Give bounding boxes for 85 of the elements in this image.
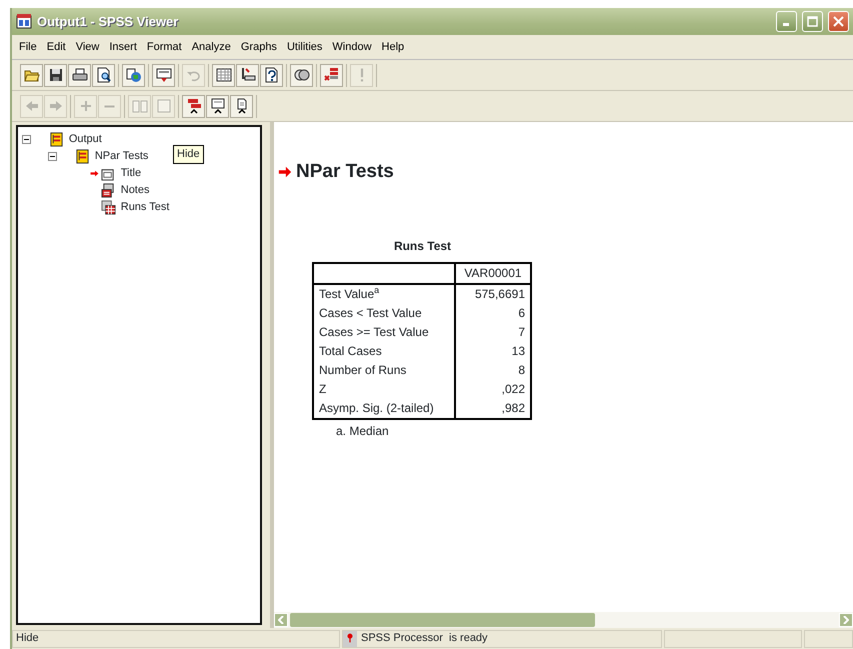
table-cell: 13 — [455, 342, 531, 360]
window-title: Output1 - SPSS Viewer — [37, 12, 180, 31]
printer-icon — [72, 67, 88, 83]
row-header: Cases >= Test Value — [313, 322, 455, 342]
close-icon — [833, 16, 844, 27]
circles-icon — [294, 67, 310, 83]
page-icon — [156, 98, 172, 114]
menu-item[interactable]: Format — [142, 38, 187, 56]
toolbar-button[interactable] — [92, 64, 115, 86]
dialog-icon — [156, 67, 172, 83]
column-header: VAR00001 — [455, 262, 531, 284]
toolbar-button[interactable] — [152, 64, 175, 86]
back-arrow-icon — [24, 98, 40, 114]
stack-icon — [324, 67, 340, 83]
toolbar-button[interactable] — [290, 64, 313, 86]
menu-item[interactable]: Window — [327, 38, 377, 56]
outline-item[interactable]: Notes — [120, 182, 150, 199]
minus-icon — [24, 139, 29, 140]
menu-item[interactable]: Analyze — [186, 38, 236, 56]
expander-toggle[interactable] — [22, 135, 31, 144]
row-header: Number of Runs — [313, 360, 455, 380]
menu-item[interactable]: Insert — [104, 38, 142, 56]
table-cell: ,982 — [455, 398, 531, 418]
toolbar-button[interactable] — [44, 64, 67, 86]
row-header: Z — [313, 380, 455, 398]
minimize-button[interactable] — [776, 11, 797, 32]
save-icon — [48, 67, 64, 83]
arrow-icon — [278, 165, 292, 180]
menu-item[interactable]: View — [70, 38, 104, 56]
menu-item[interactable]: Utilities — [282, 38, 328, 56]
minus-icon — [50, 156, 55, 157]
toolbar-button[interactable] — [68, 64, 91, 86]
slide-icon — [210, 98, 226, 114]
toolbar-button[interactable] — [212, 64, 235, 86]
status-message: Hide — [12, 630, 340, 648]
table-footnote: a. Median — [336, 422, 390, 440]
row-header: Asymp. Sig. (2-tailed) — [313, 398, 455, 418]
row-header: Cases < Test Value — [313, 304, 455, 322]
menu-item[interactable]: Help — [376, 38, 410, 56]
menu-item[interactable]: File — [14, 38, 42, 56]
book-icon — [132, 98, 148, 114]
insert-variable-icon — [240, 67, 256, 83]
table-cell: ,022 — [455, 380, 531, 398]
row-header: Test Value$^{a}$ — [313, 284, 455, 304]
outline-item[interactable]: NPar Tests — [94, 148, 148, 165]
table-caption: Runs Test — [392, 238, 452, 254]
outline-item[interactable]: Output — [68, 131, 102, 148]
toolbar-button[interactable] — [230, 94, 253, 118]
exclamation-icon — [360, 68, 364, 82]
status-panel — [804, 630, 853, 648]
table-cell: 575,6691 — [455, 284, 531, 304]
table-cell: 8 — [455, 360, 531, 380]
toolbar-button[interactable] — [236, 64, 259, 86]
scrollbar-thumb[interactable] — [290, 613, 595, 627]
forward-arrow-icon — [48, 98, 64, 114]
app-icon — [16, 13, 32, 30]
outline-item[interactable]: Title — [120, 165, 142, 182]
toolbar-button[interactable] — [206, 94, 229, 118]
menu-item[interactable]: Edit — [42, 38, 71, 56]
magnifier-page-icon — [96, 67, 112, 83]
minus-icon — [104, 104, 115, 108]
grid-icon — [216, 67, 232, 83]
maximize-icon — [807, 16, 818, 27]
outline-item[interactable]: Runs Test — [120, 199, 170, 216]
outline-book-icon — [49, 132, 64, 147]
notes-icon — [101, 183, 116, 198]
toolbar-button[interactable] — [20, 64, 43, 86]
table-icon — [101, 200, 116, 215]
table-cell: 7 — [455, 322, 531, 342]
maximize-button[interactable] — [802, 11, 823, 32]
menu-item[interactable]: Graphs — [236, 38, 282, 56]
output-heading: NPar Tests — [296, 160, 394, 184]
promote-icon — [186, 98, 202, 114]
outline-book-icon — [75, 149, 90, 164]
table-cell: 6 — [455, 304, 531, 322]
toolbar-button[interactable] — [260, 64, 283, 86]
processor-status: SPSS Processor is ready — [361, 631, 488, 646]
toolbar-button[interactable] — [122, 64, 145, 86]
processor-icon — [345, 630, 355, 644]
expander-toggle[interactable] — [48, 152, 57, 161]
close-button[interactable] — [828, 11, 849, 32]
row-header: Total Cases — [313, 342, 455, 360]
globe-icon — [126, 67, 142, 83]
info-icon — [264, 67, 280, 83]
tooltip: Hide — [173, 145, 204, 164]
